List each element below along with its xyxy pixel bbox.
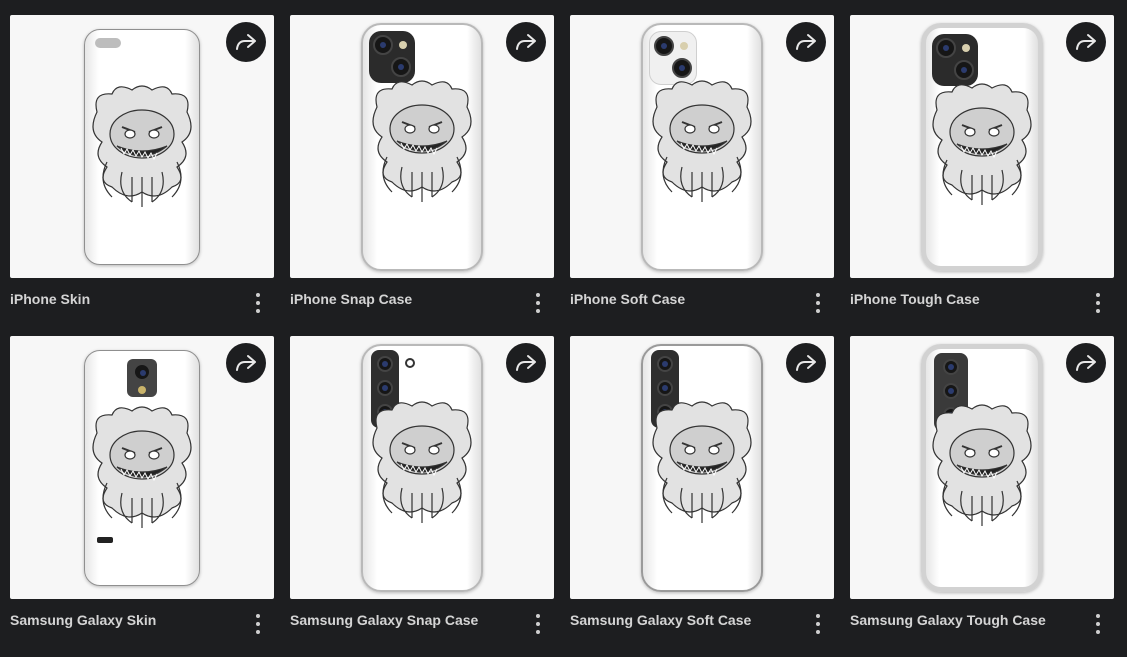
- more-options-button[interactable]: [1090, 614, 1106, 634]
- camera-icon: [95, 38, 121, 48]
- dot: [536, 630, 540, 634]
- share-button[interactable]: [1066, 22, 1106, 62]
- more-options-button[interactable]: [250, 614, 266, 634]
- product-card: Samsung Galaxy Snap Case: [290, 336, 554, 657]
- monster-artwork: [932, 404, 1032, 526]
- share-arrow-icon: [1076, 34, 1096, 50]
- product-card: iPhone Soft Case: [570, 15, 834, 336]
- monster-artwork: [92, 85, 192, 207]
- monster-artwork: [932, 83, 1032, 205]
- product-image[interactable]: [850, 15, 1114, 278]
- monster-artwork: [372, 80, 472, 202]
- monster-artwork: [652, 401, 752, 523]
- product-card: iPhone Tough Case: [850, 15, 1114, 336]
- dot: [256, 630, 260, 634]
- dot: [256, 309, 260, 313]
- product-card: Samsung Galaxy Skin: [10, 336, 274, 657]
- phone-mockup: [361, 23, 483, 271]
- dot: [536, 614, 540, 618]
- share-button[interactable]: [506, 343, 546, 383]
- dot: [816, 614, 820, 618]
- share-arrow-icon: [1076, 355, 1096, 371]
- share-button[interactable]: [226, 343, 266, 383]
- dot: [256, 301, 260, 305]
- product-image[interactable]: [570, 336, 834, 599]
- product-image[interactable]: [290, 15, 554, 278]
- dot: [816, 630, 820, 634]
- phone-mockup: [84, 29, 200, 265]
- share-button[interactable]: [786, 343, 826, 383]
- phone-mockup: [921, 344, 1043, 592]
- share-button[interactable]: [786, 22, 826, 62]
- share-arrow-icon: [516, 34, 536, 50]
- share-button[interactable]: [226, 22, 266, 62]
- dot: [536, 622, 540, 626]
- dot: [536, 293, 540, 297]
- product-card: iPhone Skin: [10, 15, 274, 336]
- share-arrow-icon: [796, 34, 816, 50]
- product-card: Samsung Galaxy Soft Case: [570, 336, 834, 657]
- share-arrow-icon: [796, 355, 816, 371]
- more-options-button[interactable]: [810, 293, 826, 313]
- phone-mockup: [361, 344, 483, 592]
- product-image[interactable]: [290, 336, 554, 599]
- dot: [1096, 630, 1100, 634]
- product-title[interactable]: Samsung Galaxy Skin: [10, 612, 156, 628]
- share-button[interactable]: [506, 22, 546, 62]
- phone-mockup: [921, 23, 1043, 271]
- phone-mockup: [641, 23, 763, 271]
- camera-module-icon: [127, 359, 157, 397]
- share-arrow-icon: [236, 355, 256, 371]
- product-title[interactable]: iPhone Tough Case: [850, 291, 980, 307]
- dot: [816, 309, 820, 313]
- dot: [1096, 309, 1100, 313]
- dot: [1096, 293, 1100, 297]
- product-title[interactable]: iPhone Snap Case: [290, 291, 412, 307]
- product-image[interactable]: [10, 15, 274, 278]
- product-image[interactable]: [10, 336, 274, 599]
- dot: [1096, 301, 1100, 305]
- dot: [1096, 622, 1100, 626]
- product-image[interactable]: [850, 336, 1114, 599]
- camera-module-icon: [932, 34, 978, 86]
- product-title[interactable]: Samsung Galaxy Soft Case: [570, 612, 751, 628]
- dot: [816, 301, 820, 305]
- more-options-button[interactable]: [1090, 293, 1106, 313]
- more-options-button[interactable]: [250, 293, 266, 313]
- dot: [256, 622, 260, 626]
- dot: [256, 614, 260, 618]
- product-card: Samsung Galaxy Tough Case: [850, 336, 1114, 657]
- share-arrow-icon: [236, 34, 256, 50]
- product-title[interactable]: Samsung Galaxy Tough Case: [850, 612, 1046, 628]
- share-button[interactable]: [1066, 343, 1106, 383]
- dot: [536, 301, 540, 305]
- monster-artwork: [372, 401, 472, 523]
- more-options-button[interactable]: [810, 614, 826, 634]
- more-options-button[interactable]: [530, 614, 546, 634]
- dot: [816, 293, 820, 297]
- monster-artwork: [652, 80, 752, 202]
- product-title[interactable]: Samsung Galaxy Snap Case: [290, 612, 478, 628]
- camera-module-icon: [369, 31, 415, 83]
- dot: [816, 622, 820, 626]
- product-title[interactable]: iPhone Skin: [10, 291, 90, 307]
- more-options-button[interactable]: [530, 293, 546, 313]
- dot: [536, 309, 540, 313]
- product-image[interactable]: [570, 15, 834, 278]
- share-arrow-icon: [516, 355, 536, 371]
- product-card: iPhone Snap Case: [290, 15, 554, 336]
- speaker-icon: [97, 537, 113, 543]
- phone-mockup: [641, 344, 763, 592]
- dot: [1096, 614, 1100, 618]
- product-title[interactable]: iPhone Soft Case: [570, 291, 685, 307]
- product-grid: iPhone Skin iPhone Snap Case iPhone Soft…: [10, 15, 1114, 657]
- dot: [256, 293, 260, 297]
- flash-icon: [405, 358, 415, 368]
- phone-mockup: [84, 350, 200, 586]
- monster-artwork: [92, 406, 192, 528]
